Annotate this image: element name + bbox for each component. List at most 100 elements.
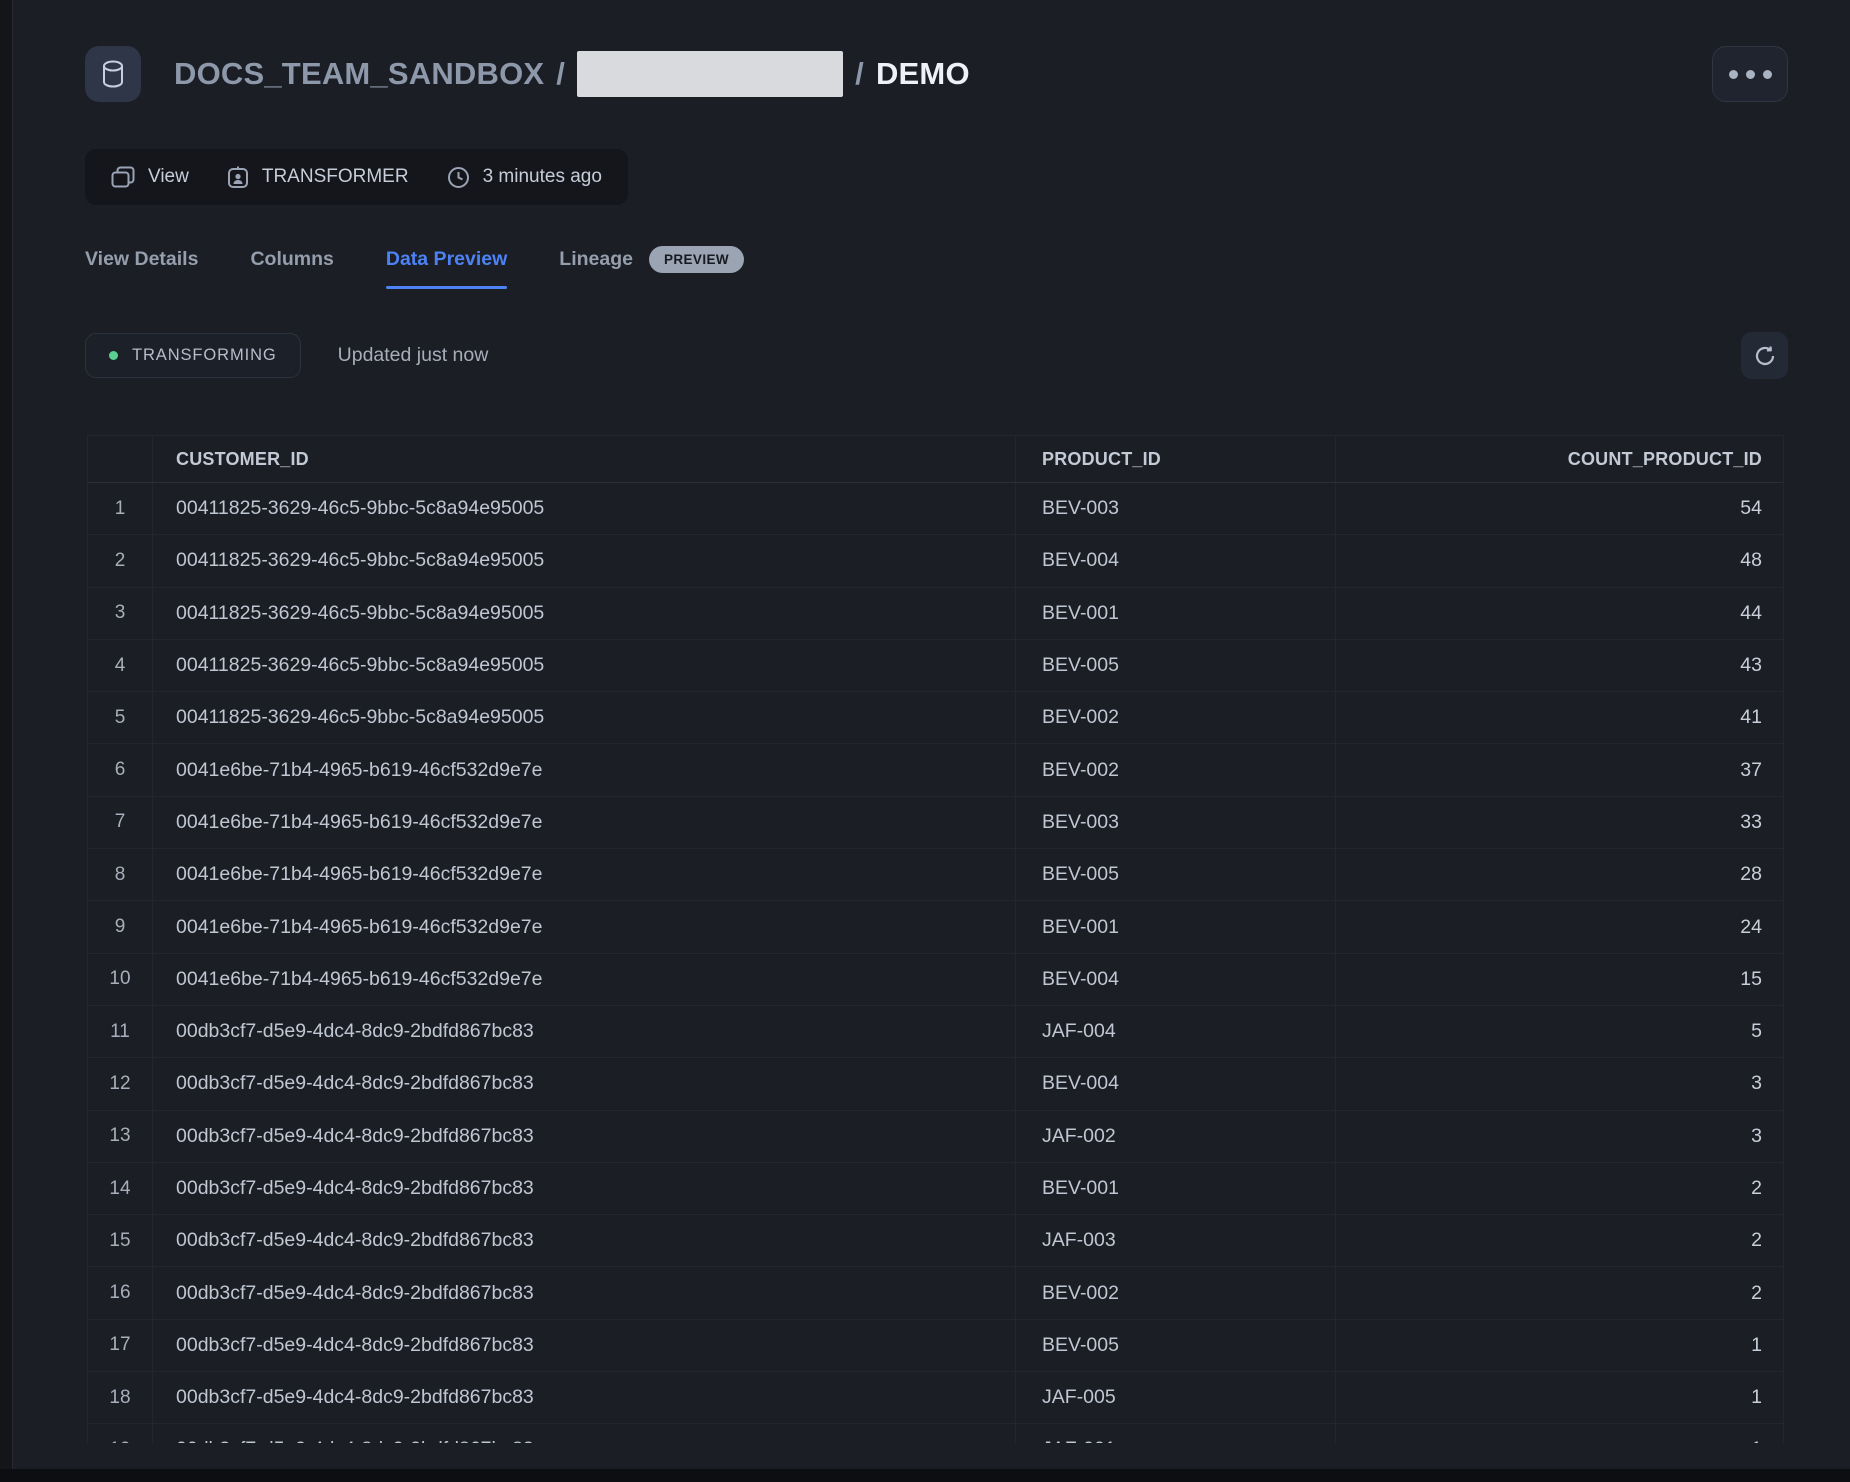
table-row[interactable]: 90041e6be-71b4-4965-b619-46cf532d9e7eBEV… (88, 901, 1783, 953)
column-header-count-product-id[interactable]: COUNT_PRODUCT_ID (1336, 436, 1784, 482)
cell-count-product-id[interactable]: 5 (1336, 1006, 1784, 1057)
cell-count-product-id[interactable]: 28 (1336, 849, 1784, 900)
table-row[interactable]: 1300db3cf7-d5e9-4dc4-8dc9-2bdfd867bc83JA… (88, 1111, 1783, 1163)
cell-product-id[interactable]: BEV-001 (1016, 901, 1336, 952)
row-index[interactable]: 7 (88, 797, 153, 848)
row-index[interactable]: 16 (88, 1267, 153, 1318)
tab-lineage[interactable]: Lineage PREVIEW (559, 246, 744, 291)
cell-product-id[interactable]: BEV-001 (1016, 588, 1336, 639)
table-row[interactable]: 1100db3cf7-d5e9-4dc4-8dc9-2bdfd867bc83JA… (88, 1006, 1783, 1058)
table-row[interactable]: 200411825-3629-46c5-9bbc-5c8a94e95005BEV… (88, 535, 1783, 587)
cell-count-product-id[interactable]: 1 (1336, 1320, 1784, 1371)
cell-product-id[interactable]: BEV-004 (1016, 535, 1336, 586)
cell-customer-id[interactable]: 00db3cf7-d5e9-4dc4-8dc9-2bdfd867bc83 (153, 1111, 1016, 1162)
cell-product-id[interactable]: BEV-005 (1016, 1320, 1336, 1371)
cell-product-id[interactable]: BEV-001 (1016, 1163, 1336, 1214)
cell-count-product-id[interactable]: 54 (1336, 483, 1784, 534)
table-row[interactable]: 300411825-3629-46c5-9bbc-5c8a94e95005BEV… (88, 588, 1783, 640)
row-index[interactable]: 9 (88, 901, 153, 952)
cell-customer-id[interactable]: 00db3cf7-d5e9-4dc4-8dc9-2bdfd867bc83 (153, 1006, 1016, 1057)
cell-product-id[interactable]: BEV-004 (1016, 954, 1336, 1005)
cell-customer-id[interactable]: 0041e6be-71b4-4965-b619-46cf532d9e7e (153, 901, 1016, 952)
cell-customer-id[interactable]: 0041e6be-71b4-4965-b619-46cf532d9e7e (153, 954, 1016, 1005)
cell-customer-id[interactable]: 0041e6be-71b4-4965-b619-46cf532d9e7e (153, 849, 1016, 900)
row-index[interactable]: 15 (88, 1215, 153, 1266)
cell-customer-id[interactable]: 00411825-3629-46c5-9bbc-5c8a94e95005 (153, 588, 1016, 639)
table-row[interactable]: 80041e6be-71b4-4965-b619-46cf532d9e7eBEV… (88, 849, 1783, 901)
row-index[interactable]: 11 (88, 1006, 153, 1057)
refresh-button[interactable] (1741, 332, 1788, 379)
cell-product-id[interactable]: BEV-005 (1016, 640, 1336, 691)
table-row[interactable]: 1400db3cf7-d5e9-4dc4-8dc9-2bdfd867bc83BE… (88, 1163, 1783, 1215)
cell-count-product-id[interactable]: 2 (1336, 1215, 1784, 1266)
cell-customer-id[interactable]: 00db3cf7-d5e9-4dc4-8dc9-2bdfd867bc83 (153, 1320, 1016, 1371)
cell-product-id[interactable]: BEV-002 (1016, 692, 1336, 743)
cell-product-id[interactable]: BEV-002 (1016, 744, 1336, 795)
row-index[interactable]: 4 (88, 640, 153, 691)
table-row[interactable]: 1900db3cf7-d5e9-4dc4-8dc9-2bdfd867bc83JA… (88, 1424, 1783, 1443)
cell-count-product-id[interactable]: 24 (1336, 901, 1784, 952)
cell-count-product-id[interactable]: 37 (1336, 744, 1784, 795)
cell-customer-id[interactable]: 00db3cf7-d5e9-4dc4-8dc9-2bdfd867bc83 (153, 1372, 1016, 1423)
cell-product-id[interactable]: JAF-001 (1016, 1424, 1336, 1443)
cell-product-id[interactable]: BEV-003 (1016, 483, 1336, 534)
cell-customer-id[interactable]: 0041e6be-71b4-4965-b619-46cf532d9e7e (153, 797, 1016, 848)
cell-count-product-id[interactable]: 2 (1336, 1267, 1784, 1318)
table-row[interactable]: 100041e6be-71b4-4965-b619-46cf532d9e7eBE… (88, 954, 1783, 1006)
table-row[interactable]: 1600db3cf7-d5e9-4dc4-8dc9-2bdfd867bc83BE… (88, 1267, 1783, 1319)
row-index[interactable]: 13 (88, 1111, 153, 1162)
table-row[interactable]: 1200db3cf7-d5e9-4dc4-8dc9-2bdfd867bc83BE… (88, 1058, 1783, 1110)
cell-count-product-id[interactable]: 48 (1336, 535, 1784, 586)
row-index[interactable]: 5 (88, 692, 153, 743)
column-header-product-id[interactable]: PRODUCT_ID (1016, 436, 1336, 482)
row-index[interactable]: 6 (88, 744, 153, 795)
cell-count-product-id[interactable]: 43 (1336, 640, 1784, 691)
cell-product-id[interactable]: BEV-003 (1016, 797, 1336, 848)
row-index[interactable]: 2 (88, 535, 153, 586)
table-row[interactable]: 100411825-3629-46c5-9bbc-5c8a94e95005BEV… (88, 483, 1783, 535)
row-index[interactable]: 8 (88, 849, 153, 900)
cell-count-product-id[interactable]: 3 (1336, 1111, 1784, 1162)
cell-customer-id[interactable]: 00db3cf7-d5e9-4dc4-8dc9-2bdfd867bc83 (153, 1424, 1016, 1443)
table-row[interactable]: 1500db3cf7-d5e9-4dc4-8dc9-2bdfd867bc83JA… (88, 1215, 1783, 1267)
cell-count-product-id[interactable]: 1 (1336, 1424, 1784, 1443)
row-index[interactable]: 12 (88, 1058, 153, 1109)
cell-customer-id[interactable]: 00db3cf7-d5e9-4dc4-8dc9-2bdfd867bc83 (153, 1163, 1016, 1214)
table-row[interactable]: 500411825-3629-46c5-9bbc-5c8a94e95005BEV… (88, 692, 1783, 744)
row-index[interactable]: 3 (88, 588, 153, 639)
cell-product-id[interactable]: BEV-005 (1016, 849, 1336, 900)
cell-product-id[interactable]: BEV-002 (1016, 1267, 1336, 1318)
row-index[interactable]: 1 (88, 483, 153, 534)
row-index[interactable]: 17 (88, 1320, 153, 1371)
row-index[interactable]: 18 (88, 1372, 153, 1423)
cell-product-id[interactable]: BEV-004 (1016, 1058, 1336, 1109)
cell-count-product-id[interactable]: 33 (1336, 797, 1784, 848)
cell-customer-id[interactable]: 00411825-3629-46c5-9bbc-5c8a94e95005 (153, 640, 1016, 691)
cell-product-id[interactable]: JAF-005 (1016, 1372, 1336, 1423)
cell-product-id[interactable]: JAF-003 (1016, 1215, 1336, 1266)
cell-count-product-id[interactable]: 15 (1336, 954, 1784, 1005)
cell-product-id[interactable]: JAF-002 (1016, 1111, 1336, 1162)
tab-columns[interactable]: Columns (250, 248, 333, 289)
row-index[interactable]: 10 (88, 954, 153, 1005)
row-index[interactable]: 19 (88, 1424, 153, 1443)
cell-customer-id[interactable]: 00db3cf7-d5e9-4dc4-8dc9-2bdfd867bc83 (153, 1267, 1016, 1318)
table-row[interactable]: 400411825-3629-46c5-9bbc-5c8a94e95005BEV… (88, 640, 1783, 692)
cell-customer-id[interactable]: 0041e6be-71b4-4965-b619-46cf532d9e7e (153, 744, 1016, 795)
tab-view-details[interactable]: View Details (85, 248, 198, 289)
cell-customer-id[interactable]: 00db3cf7-d5e9-4dc4-8dc9-2bdfd867bc83 (153, 1215, 1016, 1266)
cell-count-product-id[interactable]: 1 (1336, 1372, 1784, 1423)
cell-count-product-id[interactable]: 2 (1336, 1163, 1784, 1214)
table-row[interactable]: 60041e6be-71b4-4965-b619-46cf532d9e7eBEV… (88, 744, 1783, 796)
horizontal-scrollbar[interactable] (0, 1469, 1850, 1482)
column-header-customer-id[interactable]: CUSTOMER_ID (153, 436, 1016, 482)
more-options-button[interactable] (1712, 46, 1788, 102)
cell-customer-id[interactable]: 00411825-3629-46c5-9bbc-5c8a94e95005 (153, 692, 1016, 743)
table-row[interactable]: 1800db3cf7-d5e9-4dc4-8dc9-2bdfd867bc83JA… (88, 1372, 1783, 1424)
tab-data-preview[interactable]: Data Preview (386, 248, 507, 289)
cell-customer-id[interactable]: 00db3cf7-d5e9-4dc4-8dc9-2bdfd867bc83 (153, 1058, 1016, 1109)
row-index[interactable]: 14 (88, 1163, 153, 1214)
cell-product-id[interactable]: JAF-004 (1016, 1006, 1336, 1057)
cell-count-product-id[interactable]: 3 (1336, 1058, 1784, 1109)
cell-customer-id[interactable]: 00411825-3629-46c5-9bbc-5c8a94e95005 (153, 483, 1016, 534)
